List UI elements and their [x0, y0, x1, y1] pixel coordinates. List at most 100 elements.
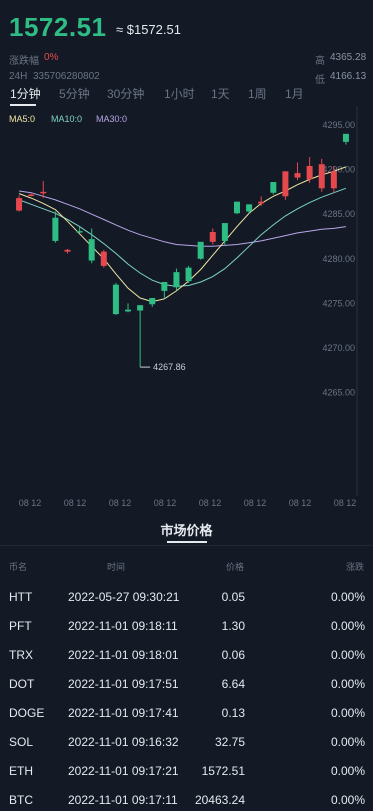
coin-change: 0.00%	[330, 590, 365, 604]
x-tick-label: 08 12	[244, 498, 267, 508]
candle-body	[197, 241, 204, 259]
min-price-label: 4267.86	[153, 362, 186, 372]
coin-time: 2022-11-01 09:17:21	[68, 764, 179, 778]
table-row[interactable]: SOL 2022-11-01 09:16:32 32.75 0.00%	[0, 735, 373, 763]
header-time: 时间	[107, 562, 126, 572]
candle-body	[318, 164, 325, 189]
change-value: 0%	[44, 52, 59, 63]
candle-body	[258, 201, 265, 204]
coin-price: 0.06	[221, 648, 245, 662]
ma10-line	[18, 187, 347, 287]
coin-price: 32.75	[214, 735, 245, 749]
kline-chart[interactable]: 4295.004290.004285.004280.004275.004270.…	[0, 106, 373, 516]
candle-body	[125, 309, 132, 312]
coin-time: 2022-11-01 09:17:51	[68, 677, 179, 691]
header-change: 涨跌	[345, 562, 364, 572]
coin-price: 1572.51	[201, 764, 245, 778]
candle-body	[185, 267, 192, 282]
x-tick-label: 08 12	[334, 498, 357, 508]
table-row[interactable]: TRX 2022-11-01 09:18:01 0.06 0.00%	[0, 648, 373, 676]
coin-time: 2022-05-27 09:30:21	[68, 590, 180, 604]
table-row[interactable]: ETH 2022-11-01 09:17:21 1572.51 0.00%	[0, 764, 373, 792]
price-header: 1572.51 ≈ $1572.51 涨跌幅 0% 24H 3357062808…	[0, 0, 373, 86]
coin-name: DOGE	[9, 706, 45, 720]
candle-body	[209, 232, 216, 242]
coin-change: 0.00%	[330, 706, 365, 720]
candle-body	[112, 284, 119, 315]
coin-price: 1.30	[221, 619, 245, 633]
coin-name: TRX	[9, 648, 33, 662]
last-price: 1572.51	[9, 12, 107, 42]
candle-body	[149, 298, 156, 305]
coin-name: BTC	[9, 793, 33, 807]
coin-change: 0.00%	[330, 619, 365, 633]
candle-body	[330, 171, 337, 189]
table-row[interactable]: DOGE 2022-11-01 09:17:41 0.13 0.00%	[0, 706, 373, 734]
market-title: 市场价格	[160, 523, 213, 538]
coin-price: 0.13	[221, 706, 245, 720]
candle-body	[294, 173, 301, 178]
price-usd-approx: ≈ $1572.51	[116, 22, 181, 37]
tab-1hour[interactable]: 1小时	[164, 85, 195, 102]
x-tick-label: 08 12	[109, 498, 132, 508]
coin-price: 20463.24	[194, 793, 245, 807]
y-tick-label: 4280.00	[322, 254, 355, 264]
coin-price: 0.05	[221, 590, 245, 604]
candle-body	[137, 305, 144, 311]
section-divider	[0, 545, 373, 546]
tab-1day[interactable]: 1天	[211, 85, 230, 102]
y-tick-label: 4265.00	[322, 388, 355, 398]
header-name: 币名	[9, 562, 28, 572]
interval-tabs: 1分钟 5分钟 30分钟 1小时 1天 1周 1月	[0, 80, 373, 106]
candle-body	[306, 165, 313, 180]
coin-name: DOT	[9, 677, 35, 691]
y-tick-label: 4275.00	[322, 298, 355, 308]
tab-1week[interactable]: 1周	[248, 85, 267, 102]
coin-name: SOL	[9, 735, 34, 749]
coin-change: 0.00%	[330, 793, 365, 807]
coin-time: 2022-11-01 09:18:11	[68, 619, 178, 633]
tab-5min[interactable]: 5分钟	[59, 85, 90, 102]
candle-body	[282, 171, 289, 197]
table-row[interactable]: BTC 2022-11-01 09:17:11 20463.24 0.00%	[0, 793, 373, 811]
tab-30min[interactable]: 30分钟	[107, 85, 144, 102]
x-tick-label: 08 12	[64, 498, 87, 508]
candle-body	[246, 204, 253, 212]
coin-change: 0.00%	[330, 735, 365, 749]
candle-body	[221, 223, 228, 241]
candle-body	[76, 231, 83, 233]
coin-change: 0.00%	[330, 764, 365, 778]
table-row[interactable]: DOT 2022-11-01 09:17:51 6.64 0.00%	[0, 677, 373, 705]
coin-time: 2022-11-01 09:17:41	[68, 706, 179, 720]
y-tick-label: 4270.00	[322, 343, 355, 353]
candle-body	[52, 217, 59, 241]
coin-time: 2022-11-01 09:16:32	[68, 735, 179, 749]
table-row[interactable]: PFT 2022-11-01 09:18:11 1.30 0.00%	[0, 619, 373, 647]
candle-body	[40, 191, 47, 194]
candle-body	[100, 251, 107, 266]
candle-body	[16, 198, 23, 211]
x-tick-label: 08 12	[19, 498, 42, 508]
coin-time: 2022-11-01 09:18:01	[68, 648, 179, 662]
coin-name: HTT	[9, 590, 33, 604]
ma5-line	[18, 166, 347, 303]
high-value: 4365.28	[330, 52, 367, 63]
candle-body	[28, 194, 35, 197]
coin-name: PFT	[9, 619, 32, 633]
tab-1min[interactable]: 1分钟	[10, 85, 41, 102]
market-table-header: 币名 时间 价格 涨跌	[0, 560, 373, 574]
candle-body	[233, 201, 240, 214]
table-row[interactable]: HTT 2022-05-27 09:30:21 0.05 0.00%	[0, 590, 373, 618]
change-label: 涨跌幅	[9, 56, 39, 67]
candle-body	[342, 133, 349, 142]
market-title-underline	[167, 541, 207, 543]
x-tick-label: 08 12	[154, 498, 177, 508]
tab-1month[interactable]: 1月	[285, 85, 304, 102]
coin-name: ETH	[9, 764, 33, 778]
x-tick-label: 08 12	[289, 498, 312, 508]
y-tick-label: 4285.00	[322, 209, 355, 219]
candle-body	[270, 182, 277, 193]
candle-body	[173, 272, 180, 288]
candle-body	[64, 249, 71, 252]
ma30-line	[19, 190, 346, 247]
